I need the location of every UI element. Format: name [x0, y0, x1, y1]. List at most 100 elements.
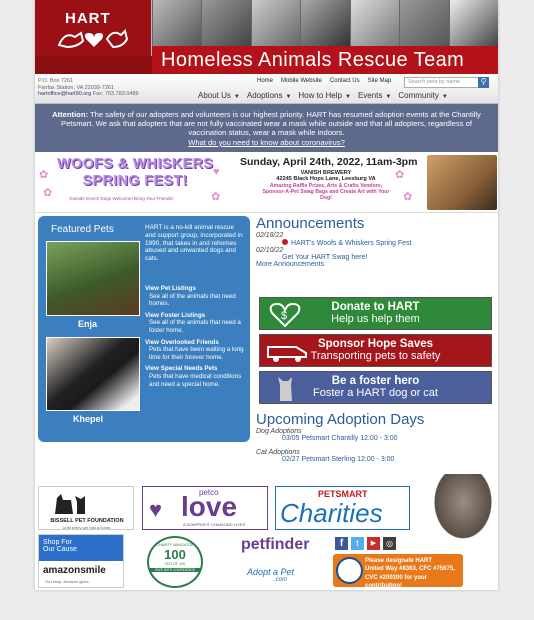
adoption-days-section: Upcoming Adoption Days Dog Adoptions 03/…: [256, 411, 496, 463]
social-icons: f t ▶ ◎: [335, 537, 396, 550]
animal-photo-strip: [152, 0, 498, 46]
cat-photo: [300, 0, 350, 46]
announcement-date: 02/18/22: [256, 232, 284, 239]
flower-icon: ✿: [43, 187, 53, 199]
link-description: Pets that have medical conditions and ne…: [149, 372, 242, 388]
shop-for-cause: Shop For Our Cause: [39, 535, 123, 561]
flower-icon: ✿: [395, 169, 405, 181]
donate-button[interactable]: Donate to HART Help us help them $: [259, 297, 492, 330]
nav-adoptions[interactable]: Adoptions ▼: [247, 91, 292, 100]
bissell-tagline: Until every pet has a home.: [62, 525, 112, 530]
adoption-event-link[interactable]: 03/05 Petsmart Chantilly 12:00 - 3:00: [256, 435, 496, 442]
site-map-link[interactable]: Site Map: [368, 78, 392, 84]
navigation-bar: P.O. Box 7261 Fairfax Station, VA 22039-…: [35, 74, 498, 104]
van-icon: [267, 346, 307, 362]
facebook-icon[interactable]: f: [335, 537, 348, 550]
featured-pets-panel: Featured Pets Enja Khepel HART is a no-k…: [38, 216, 250, 442]
link-description: Pets that have been waiting a long time …: [149, 346, 244, 361]
sponsor-logos: BISSELL PET FOUNDATION Until every pet h…: [35, 474, 498, 544]
mobile-website-link[interactable]: Mobile Website: [281, 78, 322, 84]
charities-text: Charities: [280, 498, 383, 528]
featured-pets-heading: Featured Pets: [51, 224, 114, 235]
pet-photo-khepel[interactable]: [46, 337, 140, 411]
announcements-section: Announcements 02/18/22 HART's Woofs & Wh…: [256, 213, 496, 268]
fax-number: Fax: 703.783.0489: [92, 91, 139, 97]
charity-navigator-badge[interactable]: CHARITY NAVIGATOR 100 OUT OF 100 GIVE WI…: [147, 536, 203, 588]
coronavirus-link[interactable]: What do you need to know about coronavir…: [188, 138, 345, 147]
charity-score: 100: [164, 547, 186, 562]
nav-events[interactable]: Events ▼: [358, 91, 391, 100]
united-way-banner[interactable]: Please designate HART United Way #8363, …: [333, 554, 463, 590]
fest-promo: Amazing Raffle Prizes, Arts & Crafts Ven…: [269, 182, 383, 189]
dog-photo: [448, 0, 498, 46]
page: HART Homeless Animals Rescue Team P.O. B…: [35, 0, 498, 590]
instagram-icon[interactable]: ◎: [383, 537, 396, 550]
fest-title-line: SPRING FEST!: [82, 173, 188, 189]
contact-us-link[interactable]: Contact Us: [330, 78, 360, 84]
fest-cat-photo: [427, 155, 497, 210]
hart-logo[interactable]: HART: [35, 0, 152, 56]
nav-about-us[interactable]: About Us ▼: [198, 91, 240, 100]
alert-icon: [282, 239, 288, 245]
heart-icon: ♥: [213, 166, 220, 178]
search-icon[interactable]: ⚲: [478, 77, 489, 88]
contact-address: P.O. Box 7261 Fairfax Station, VA 22039-…: [38, 78, 139, 98]
announcement-link[interactable]: Get Your HART Swag here!: [282, 254, 367, 261]
charity-bottom: GIVE WITH CONFIDENCE: [149, 568, 201, 572]
view-foster-listings-link[interactable]: View Foster Listings: [145, 312, 246, 320]
svg-text:$: $: [281, 310, 287, 322]
link-description: See all of the animals that need a foste…: [149, 319, 241, 334]
more-announcements-link[interactable]: More Announcements: [256, 261, 496, 268]
petfinder-logo[interactable]: petfinder: [241, 536, 309, 554]
adopt-a-pet-logo[interactable]: Adopt a Pet .com: [247, 567, 294, 583]
pet-photo-enja[interactable]: [46, 241, 140, 316]
fest-subtitle: Outside Event! Dogs Welcome! Bring Your …: [69, 196, 174, 201]
petco-tagline: A NONPROFIT CHANGING LIVES: [183, 522, 246, 527]
shop-line: Our Cause: [43, 546, 77, 553]
pet-name[interactable]: Enja: [78, 319, 97, 329]
pet-name[interactable]: Khepel: [73, 414, 103, 424]
flower-icon: ✿: [403, 191, 413, 203]
home-link[interactable]: Home: [257, 78, 273, 84]
foster-hero-button[interactable]: Be a foster hero Foster a HART dog or ca…: [259, 371, 492, 404]
twitter-icon[interactable]: t: [351, 537, 364, 550]
nav-label: About Us: [198, 91, 231, 100]
sponsor-hope-saves-button[interactable]: Sponsor Hope Saves Transporting pets to …: [259, 334, 492, 367]
fest-address: 42245 Black Hops Lane, Leesburg VA: [276, 176, 376, 183]
search-input[interactable]: Search pets by name: [404, 77, 489, 88]
view-overlooked-friends-link[interactable]: View Overlooked Friends: [145, 339, 246, 347]
view-special-needs-link[interactable]: View Special Needs Pets: [145, 365, 246, 373]
covid-alert: Attention: The safety of our adopters an…: [35, 104, 498, 152]
caret-down-icon: ▼: [285, 94, 292, 100]
email-link[interactable]: hartoffice@hart90.org: [38, 91, 91, 97]
dog-photo: [152, 0, 202, 46]
view-pet-listings-link[interactable]: View Pet Listings: [145, 285, 246, 293]
nav-label: How to Help: [298, 91, 342, 100]
bissell-name: BISSELL PET FOUNDATION: [50, 518, 124, 524]
spring-fest-banner[interactable]: ✿ ✿ ♥ ✿ ✿ ✿ WOOFS & WHISKERS SPRING FEST…: [35, 152, 498, 213]
petco-love-logo[interactable]: ♥ petco love A NONPROFIT CHANGING LIVES: [142, 486, 268, 530]
charity-sub: OUT OF 100: [164, 562, 186, 566]
announcements-heading: Announcements: [256, 215, 365, 232]
adoption-event-link[interactable]: 02/27 Petsmart Sterling 12:00 - 3:00: [256, 456, 496, 463]
nav-label: Community: [398, 91, 439, 100]
cat-photo: [399, 0, 449, 46]
top-links: Home Mobile Website Contact Us Site Map: [257, 78, 391, 84]
youtube-icon[interactable]: ▶: [367, 537, 380, 550]
announcement-link[interactable]: HART's Woofs & Whiskers Spring Fest: [291, 240, 412, 247]
petsmart-charities-logo[interactable]: PETSMART Charities: [275, 486, 410, 530]
designate-line: Please designate HART: [365, 558, 433, 564]
cat-icon: [278, 377, 292, 401]
nav-community[interactable]: Community ▼: [398, 91, 447, 100]
heart-money-icon: $: [269, 302, 301, 328]
main-nav: About Us ▼ Adoptions ▼ How to Help ▼ Events…: [198, 91, 448, 100]
designate-line: United Way #8363, CFC #75675,: [365, 566, 455, 573]
amazon-smile-logo[interactable]: Shop For Our Cause amazonsmile You shop.…: [38, 534, 124, 588]
nav-how-to-help[interactable]: How to Help ▼: [298, 91, 351, 100]
designate-line: CVC #200300 for your contribution!: [365, 574, 428, 590]
main-content: Featured Pets Enja Khepel HART is a no-k…: [35, 213, 498, 475]
dog-cat-icon: [55, 494, 85, 514]
dog-photo: [349, 0, 400, 46]
bissell-logo[interactable]: BISSELL PET FOUNDATION Until every pet h…: [38, 486, 134, 530]
fest-venue: VANISH BREWERY: [300, 170, 352, 176]
